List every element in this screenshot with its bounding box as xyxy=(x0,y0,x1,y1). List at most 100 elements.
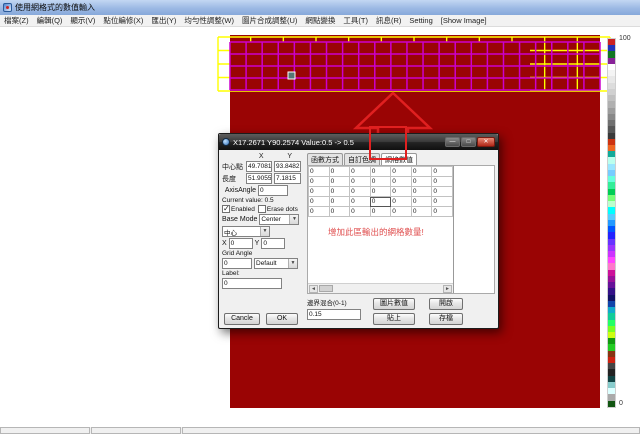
window-title: 使用網格式的數值輸入 xyxy=(15,2,95,13)
label-field[interactable]: 0 xyxy=(222,278,282,289)
length-y-field[interactable]: 7.1815 xyxy=(274,173,301,184)
y-offset-field[interactable]: 0 xyxy=(261,238,285,249)
save-button[interactable]: 存檔 xyxy=(429,313,463,325)
grid-cell[interactable]: 0 xyxy=(370,197,391,207)
menu-item-2[interactable]: 顯示(V) xyxy=(66,15,99,26)
grid-cell[interactable]: 0 xyxy=(309,207,330,217)
grid-cell[interactable]: 0 xyxy=(370,177,391,187)
grid-cell[interactable]: 0 xyxy=(391,207,412,217)
dialog-icon xyxy=(222,138,230,146)
menu-item-0[interactable]: 檔案(Z) xyxy=(0,15,33,26)
application-window: 使用網格式的數值輸入 檔案(Z)編輯(Q)顯示(V)點位編修(X)匯出(Y)均勻… xyxy=(0,0,640,434)
grid-angle-mode-value: Default xyxy=(255,260,288,267)
center-y-field[interactable]: 93.8482 xyxy=(274,161,301,172)
dialog-minimize-button[interactable]: — xyxy=(445,137,460,147)
base-mode-dropdown[interactable]: Center ▼ xyxy=(259,214,299,225)
palette-scale-min: 0 xyxy=(619,400,623,407)
grid-cell[interactable]: 0 xyxy=(329,167,350,177)
grid-cell[interactable]: 0 xyxy=(350,177,371,187)
column-header-y: Y xyxy=(277,153,304,160)
horizontal-scrollbar[interactable]: ◄ ► xyxy=(308,283,453,293)
menu-item-1[interactable]: 編輯(Q) xyxy=(33,15,67,26)
grid-angle-label: Grid Angle xyxy=(222,250,303,257)
grid-angle-field[interactable]: 0 xyxy=(222,258,252,269)
length-x-field[interactable]: 51.9055 xyxy=(246,173,272,184)
dialog-tabs: 函數方式自訂色調網格數值 xyxy=(307,153,495,165)
label-row: 0 xyxy=(222,278,303,289)
grid-cell[interactable]: 0 xyxy=(411,197,432,207)
menu-item-4[interactable]: 匯出(Y) xyxy=(147,15,180,26)
tab-2[interactable]: 網格數值 xyxy=(381,153,417,165)
x-offset-field[interactable]: 0 xyxy=(229,238,253,249)
status-panel xyxy=(182,427,640,434)
grid-cell[interactable]: 0 xyxy=(309,167,330,177)
grid-cell[interactable]: 0 xyxy=(350,207,371,217)
grid-cell[interactable]: 0 xyxy=(309,197,330,207)
grid-cell[interactable]: 0 xyxy=(391,167,412,177)
menu-item-5[interactable]: 均勻性調整(W) xyxy=(180,15,238,26)
grid-cell[interactable]: 0 xyxy=(370,207,391,217)
menu-item-10[interactable]: Setting xyxy=(405,16,436,25)
dialog-maximize-button[interactable]: □ xyxy=(461,137,476,147)
grid-cell[interactable]: 0 xyxy=(391,177,412,187)
grid-cell[interactable]: 0 xyxy=(432,207,453,217)
color-palette[interactable] xyxy=(607,38,616,408)
grid-cell[interactable]: 0 xyxy=(432,167,453,177)
center-x-field[interactable]: 49.7081 xyxy=(246,161,272,172)
menu-item-7[interactable]: 網點變換 xyxy=(301,15,339,26)
menu-item-9[interactable]: 訊息(R) xyxy=(372,15,405,26)
grid-cell[interactable]: 0 xyxy=(391,197,412,207)
grid-cell[interactable]: 0 xyxy=(329,197,350,207)
grid-cell[interactable]: 0 xyxy=(329,187,350,197)
grid-values-control[interactable]: 00000000000000000000000000000000000 增加此區… xyxy=(308,166,454,293)
grid-cell[interactable]: 0 xyxy=(329,177,350,187)
ok-button[interactable]: OK xyxy=(266,313,298,325)
scroll-left-icon[interactable]: ◄ xyxy=(309,285,318,293)
dialog-titlebar[interactable]: X17.2671 Y90.2574 Value:0.5 -> 0.5 — □ ✕ xyxy=(219,134,498,150)
grid-cell[interactable]: 0 xyxy=(370,187,391,197)
blend-field[interactable]: 0.15 xyxy=(307,309,361,320)
enabled-checkbox[interactable] xyxy=(222,205,230,213)
chevron-down-icon[interactable]: ▼ xyxy=(288,259,297,268)
grid-cell[interactable]: 0 xyxy=(350,197,371,207)
grid-angle-mode-dropdown[interactable]: Default ▼ xyxy=(254,258,298,269)
image-values-button[interactable]: 圖片數值 xyxy=(373,298,415,310)
menu-item-8[interactable]: 工具(T) xyxy=(339,15,372,26)
grid-cell[interactable]: 0 xyxy=(432,197,453,207)
paste-button[interactable]: 貼上 xyxy=(373,313,415,325)
axis-angle-field[interactable]: 0 xyxy=(258,185,288,196)
grid-cell[interactable]: 0 xyxy=(411,187,432,197)
selected-cell-marker xyxy=(288,72,295,79)
menu-item-11[interactable]: [Show Image] xyxy=(437,16,491,25)
palette-swatch-58[interactable] xyxy=(608,401,615,407)
grid-cell[interactable]: 0 xyxy=(411,177,432,187)
tab-1[interactable]: 自訂色調 xyxy=(344,153,380,165)
chevron-down-icon[interactable]: ▼ xyxy=(260,227,269,236)
axis-angle-label: AxisAngle xyxy=(222,187,256,194)
menu-item-6[interactable]: 圖片合成調整(U) xyxy=(238,15,301,26)
grid-cell[interactable]: 0 xyxy=(411,207,432,217)
grid-cell[interactable]: 0 xyxy=(391,187,412,197)
menu-item-3[interactable]: 點位編修(X) xyxy=(99,15,147,26)
grid-cell[interactable]: 0 xyxy=(350,187,371,197)
grid-cell[interactable]: 0 xyxy=(309,187,330,197)
grid-cell[interactable]: 0 xyxy=(432,187,453,197)
grid-cell[interactable]: 0 xyxy=(329,207,350,217)
grid-cell[interactable]: 0 xyxy=(350,167,371,177)
dialog-left-panel: X Y 中心點 49.7081 93.8482 長度 51.9055 7.181… xyxy=(222,153,303,325)
anchor-dropdown[interactable]: 中心 ▼ xyxy=(222,226,270,237)
erase-dots-checkbox[interactable] xyxy=(258,205,266,213)
chevron-down-icon[interactable]: ▼ xyxy=(289,215,298,224)
grid-cell[interactable]: 0 xyxy=(432,177,453,187)
grid-cell[interactable]: 0 xyxy=(370,167,391,177)
annotation-hint-text: 增加此區輸出的網格數量! xyxy=(328,226,424,238)
scroll-right-icon[interactable]: ► xyxy=(443,285,452,293)
dialog-close-button[interactable]: ✕ xyxy=(477,137,495,147)
open-button[interactable]: 開啟 xyxy=(429,298,463,310)
cancel-button[interactable]: Cancle xyxy=(224,313,260,325)
tab-0[interactable]: 函數方式 xyxy=(307,153,343,165)
scrollbar-thumb[interactable] xyxy=(319,285,333,292)
grid-value-dialog: X17.2671 Y90.2574 Value:0.5 -> 0.5 — □ ✕… xyxy=(218,133,499,329)
grid-cell[interactable]: 0 xyxy=(411,167,432,177)
grid-cell[interactable]: 0 xyxy=(309,177,330,187)
